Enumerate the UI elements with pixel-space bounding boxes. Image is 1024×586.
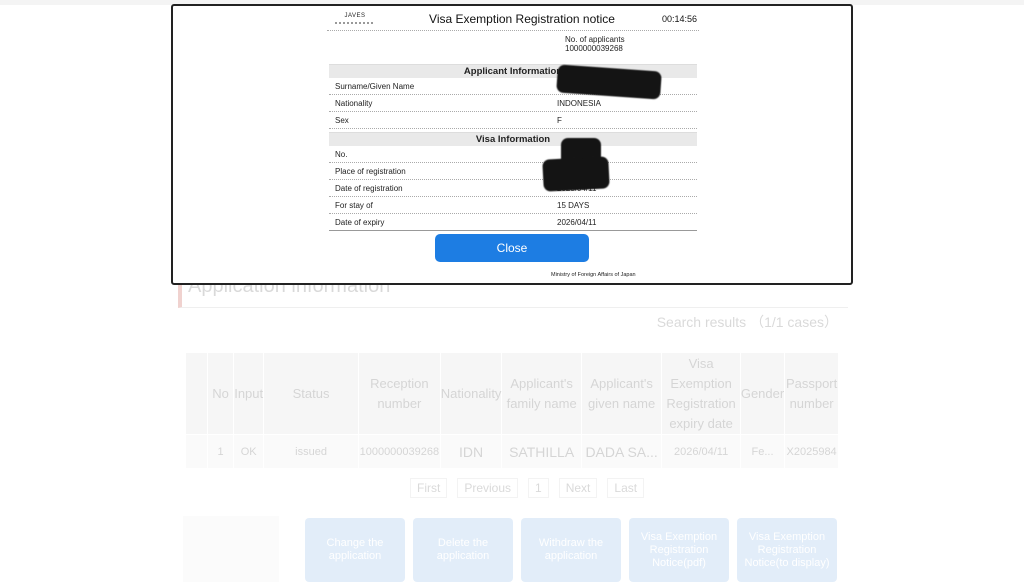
table-header: Reception number (357, 352, 441, 435)
table-cell: 1000000039268 (357, 434, 441, 469)
table-cell: X2025984 (784, 434, 839, 469)
change-application-button[interactable]: Change the application (305, 518, 405, 582)
table-header: Gender (739, 352, 786, 435)
row-checkbox[interactable] (185, 434, 208, 469)
info-row-visa-no: No. (329, 146, 697, 163)
info-row-expiry: Date of expiry 2026/04/11 (329, 214, 697, 231)
ministry-footer: Ministry of Foreign Affairs of Japan (551, 272, 636, 278)
row-label: Nationality (335, 99, 373, 108)
pager-last[interactable]: Last (607, 478, 645, 498)
withdraw-application-button[interactable]: Withdraw the application (521, 518, 621, 582)
action-buttons: Change the application Delete the applic… (305, 518, 837, 582)
close-button[interactable]: Close (435, 234, 589, 262)
applicants-value: 1000000039268 (565, 44, 623, 53)
pager-next[interactable]: Next (558, 478, 598, 498)
table-header: No (206, 352, 235, 435)
pager-page-1[interactable]: 1 (528, 478, 549, 498)
applicants-label: No. of applicants (565, 35, 625, 44)
notice-title: Visa Exemption Registration notice (429, 12, 615, 26)
table-cell: Fe... (739, 434, 786, 469)
row-label: Sex (335, 116, 349, 125)
session-timer: 00:14:56 (661, 14, 697, 24)
info-row-place: Place of registration (329, 163, 697, 180)
table-header: Nationality (439, 352, 503, 435)
table-cell: OK (233, 434, 265, 469)
table-header-row: No Input Status Reception number Nationa… (185, 352, 839, 435)
info-row-sex: Sex F (329, 112, 697, 129)
table-cell: issued (263, 434, 359, 469)
row-value: 15 DAYS (557, 201, 590, 210)
info-row-stay: For stay of 15 DAYS (329, 197, 697, 214)
logo-text: JAVES (344, 13, 366, 19)
row-label: For stay of (335, 201, 373, 210)
redaction-mark (542, 156, 610, 192)
table-row[interactable]: 1 OK issued 1000000039268 IDN SATHILLA D… (185, 434, 839, 469)
row-label: Date of registration (335, 184, 403, 193)
left-placeholder-block (183, 516, 279, 582)
notice-display-button[interactable]: Visa Exemption Registration Notice(to di… (737, 518, 837, 582)
table-cell: 1 (206, 434, 235, 469)
row-label: Place of registration (335, 167, 406, 176)
delete-application-button[interactable]: Delete the application (413, 518, 513, 582)
pagination: First Previous 1 Next Last (410, 478, 645, 498)
table-cell: DADA SA... (580, 434, 663, 469)
registration-notice-modal: JAVES Visa Exemption Registration notice… (171, 4, 853, 285)
table-header: Passport number (784, 352, 839, 435)
pager-previous[interactable]: Previous (457, 478, 519, 498)
row-label: No. (335, 150, 348, 159)
javes-logo: JAVES (335, 12, 375, 30)
info-row-date-registration: Date of registration 2023/04/11 (329, 180, 697, 197)
applications-table: No Input Status Reception number Nationa… (185, 352, 839, 469)
table-header: Applicant's given name (580, 352, 663, 435)
table-header: Applicant's family name (501, 352, 582, 435)
table-cell: 2026/04/11 (661, 434, 741, 469)
table-header: Input (233, 352, 265, 435)
notice-pdf-button[interactable]: Visa Exemption Registration Notice(pdf) (629, 518, 729, 582)
row-label: Date of expiry (335, 218, 385, 227)
applicants-info: No. of applicants 1000000039268 (565, 35, 695, 53)
divider (327, 30, 699, 31)
row-value: 2026/04/11 (557, 218, 597, 227)
pager-first[interactable]: First (410, 478, 448, 498)
row-value: F (557, 116, 562, 125)
table-cell: IDN (439, 434, 503, 469)
row-label: Surname/Given Name (335, 82, 415, 91)
row-value: INDONESIA (557, 99, 602, 108)
visa-info-header: Visa Information (329, 132, 697, 146)
table-header: Status (263, 352, 359, 435)
logo-underline (335, 22, 375, 24)
table-header: Visa Exemption Registration expiry date (661, 352, 741, 435)
table-cell: SATHILLA (501, 434, 582, 469)
table-header (185, 352, 208, 435)
search-results-count: Search results （1/1 cases） (656, 314, 838, 330)
notice-document: JAVES Visa Exemption Registration notice… (321, 6, 707, 283)
